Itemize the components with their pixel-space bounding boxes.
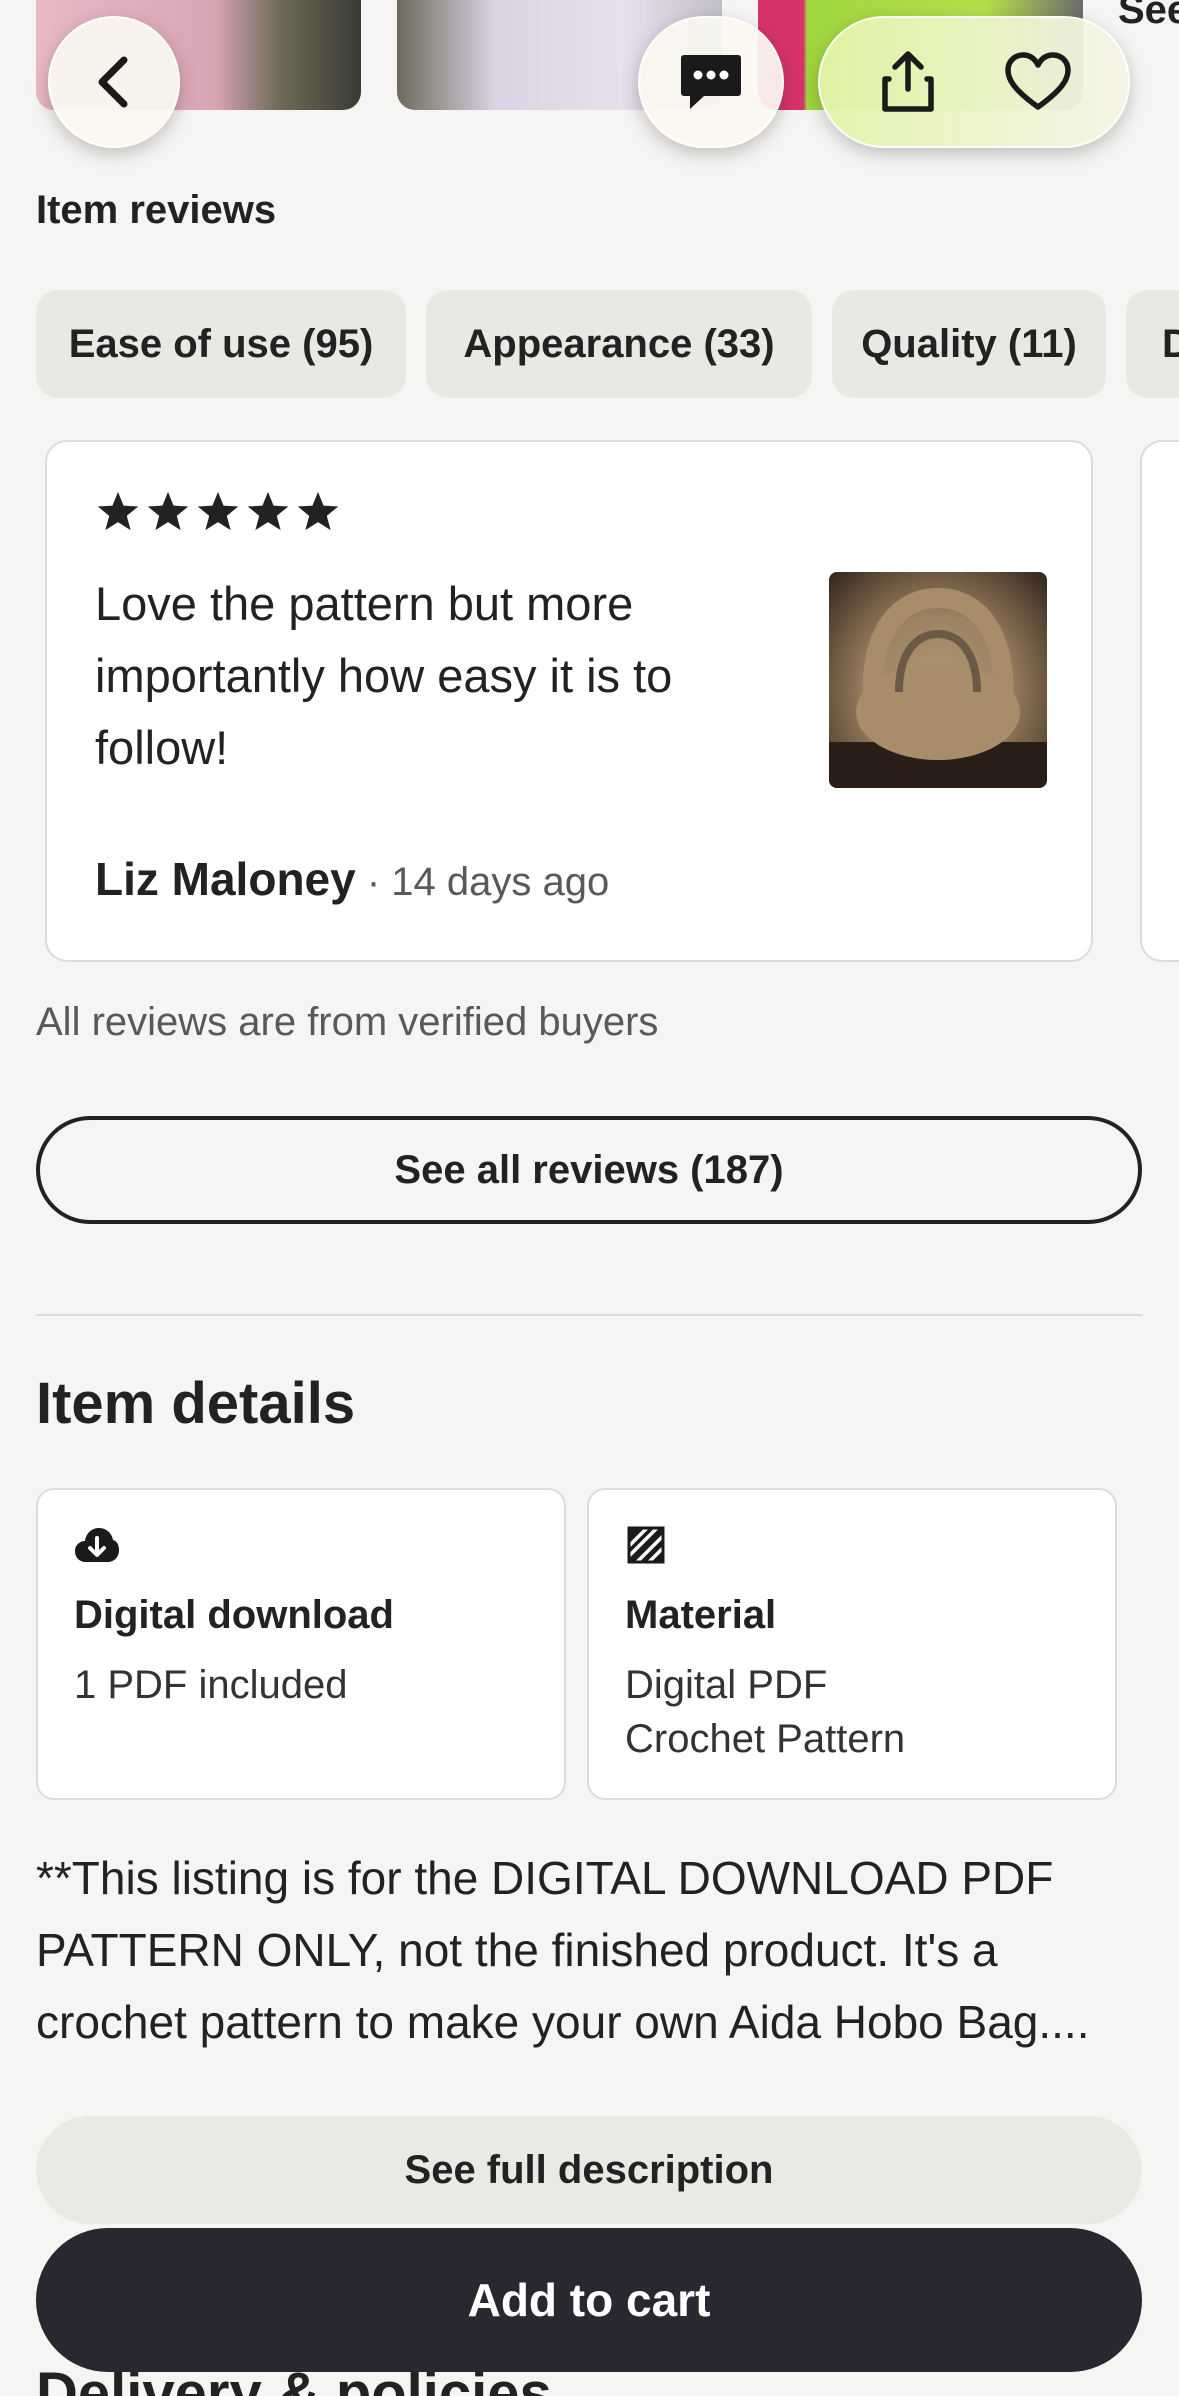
listing-description: **This listing is for the DIGITAL DOWNLO… [36, 1852, 1090, 2048]
star-icon [297, 491, 339, 531]
reviewer-name[interactable]: Liz Maloney [95, 853, 356, 905]
chip-ease-of-use[interactable]: Ease of use (95) [36, 290, 406, 398]
detail-value: Digital PDF Crochet Pattern [625, 1658, 1079, 1766]
heart-icon[interactable] [1003, 51, 1073, 113]
share-favorite-group [818, 16, 1130, 148]
listing-page: See Item reviews Ease of use (95) Appear… [0, 0, 1179, 2396]
detail-value-line: Digital PDF [625, 1663, 828, 1707]
see-all-reviews-button[interactable]: See all reviews (187) [36, 1116, 1142, 1224]
star-icon [147, 491, 189, 531]
share-icon[interactable] [875, 49, 941, 115]
detail-value-line: Crochet Pattern [625, 1717, 906, 1761]
chevron-left-icon [92, 54, 136, 110]
review-card[interactable]: Love the pattern but more importantly ho… [45, 440, 1093, 962]
verified-buyers-note: All reviews are from verified buyers [36, 1000, 659, 1044]
item-reviews-heading: Item reviews [36, 188, 277, 232]
message-seller-button[interactable] [638, 16, 784, 148]
chip-appearance[interactable]: Appearance (33) [426, 290, 812, 398]
review-filter-chips: Ease of use (95) Appearance (33) Quality… [36, 290, 1179, 398]
detail-title: Digital download [74, 1593, 394, 1637]
review-date: 14 days ago [391, 860, 610, 904]
detail-value: 1 PDF included [74, 1663, 348, 1707]
review-text: Love the pattern but more importantly ho… [95, 577, 673, 774]
next-review-card[interactable] [1140, 440, 1179, 962]
star-icon [197, 491, 239, 531]
review-separator: · [355, 860, 392, 904]
star-icon [97, 491, 139, 531]
star-rating [95, 490, 341, 534]
reviewer-line: Liz Maloney · 14 days ago [95, 852, 609, 906]
add-to-cart-button[interactable]: Add to cart [36, 2228, 1142, 2372]
chip-quality[interactable]: Quality (11) [832, 290, 1106, 398]
detail-title: Material [625, 1593, 777, 1637]
material-icon [625, 1526, 667, 1570]
review-photo[interactable] [829, 572, 1047, 788]
detail-card-material: Material Digital PDF Crochet Pattern [587, 1488, 1117, 1800]
section-divider [36, 1314, 1142, 1316]
chip-more[interactable]: D [1126, 290, 1179, 398]
see-full-description-button[interactable]: See full description [36, 2116, 1142, 2224]
star-icon [247, 491, 289, 531]
detail-card-digital-download: Digital download 1 PDF included [36, 1488, 566, 1800]
back-button[interactable] [48, 16, 180, 148]
item-details-heading: Item details [36, 1371, 356, 1436]
message-icon [678, 51, 744, 113]
see-more-link[interactable]: See [1118, 0, 1179, 33]
download-icon [74, 1528, 120, 1570]
